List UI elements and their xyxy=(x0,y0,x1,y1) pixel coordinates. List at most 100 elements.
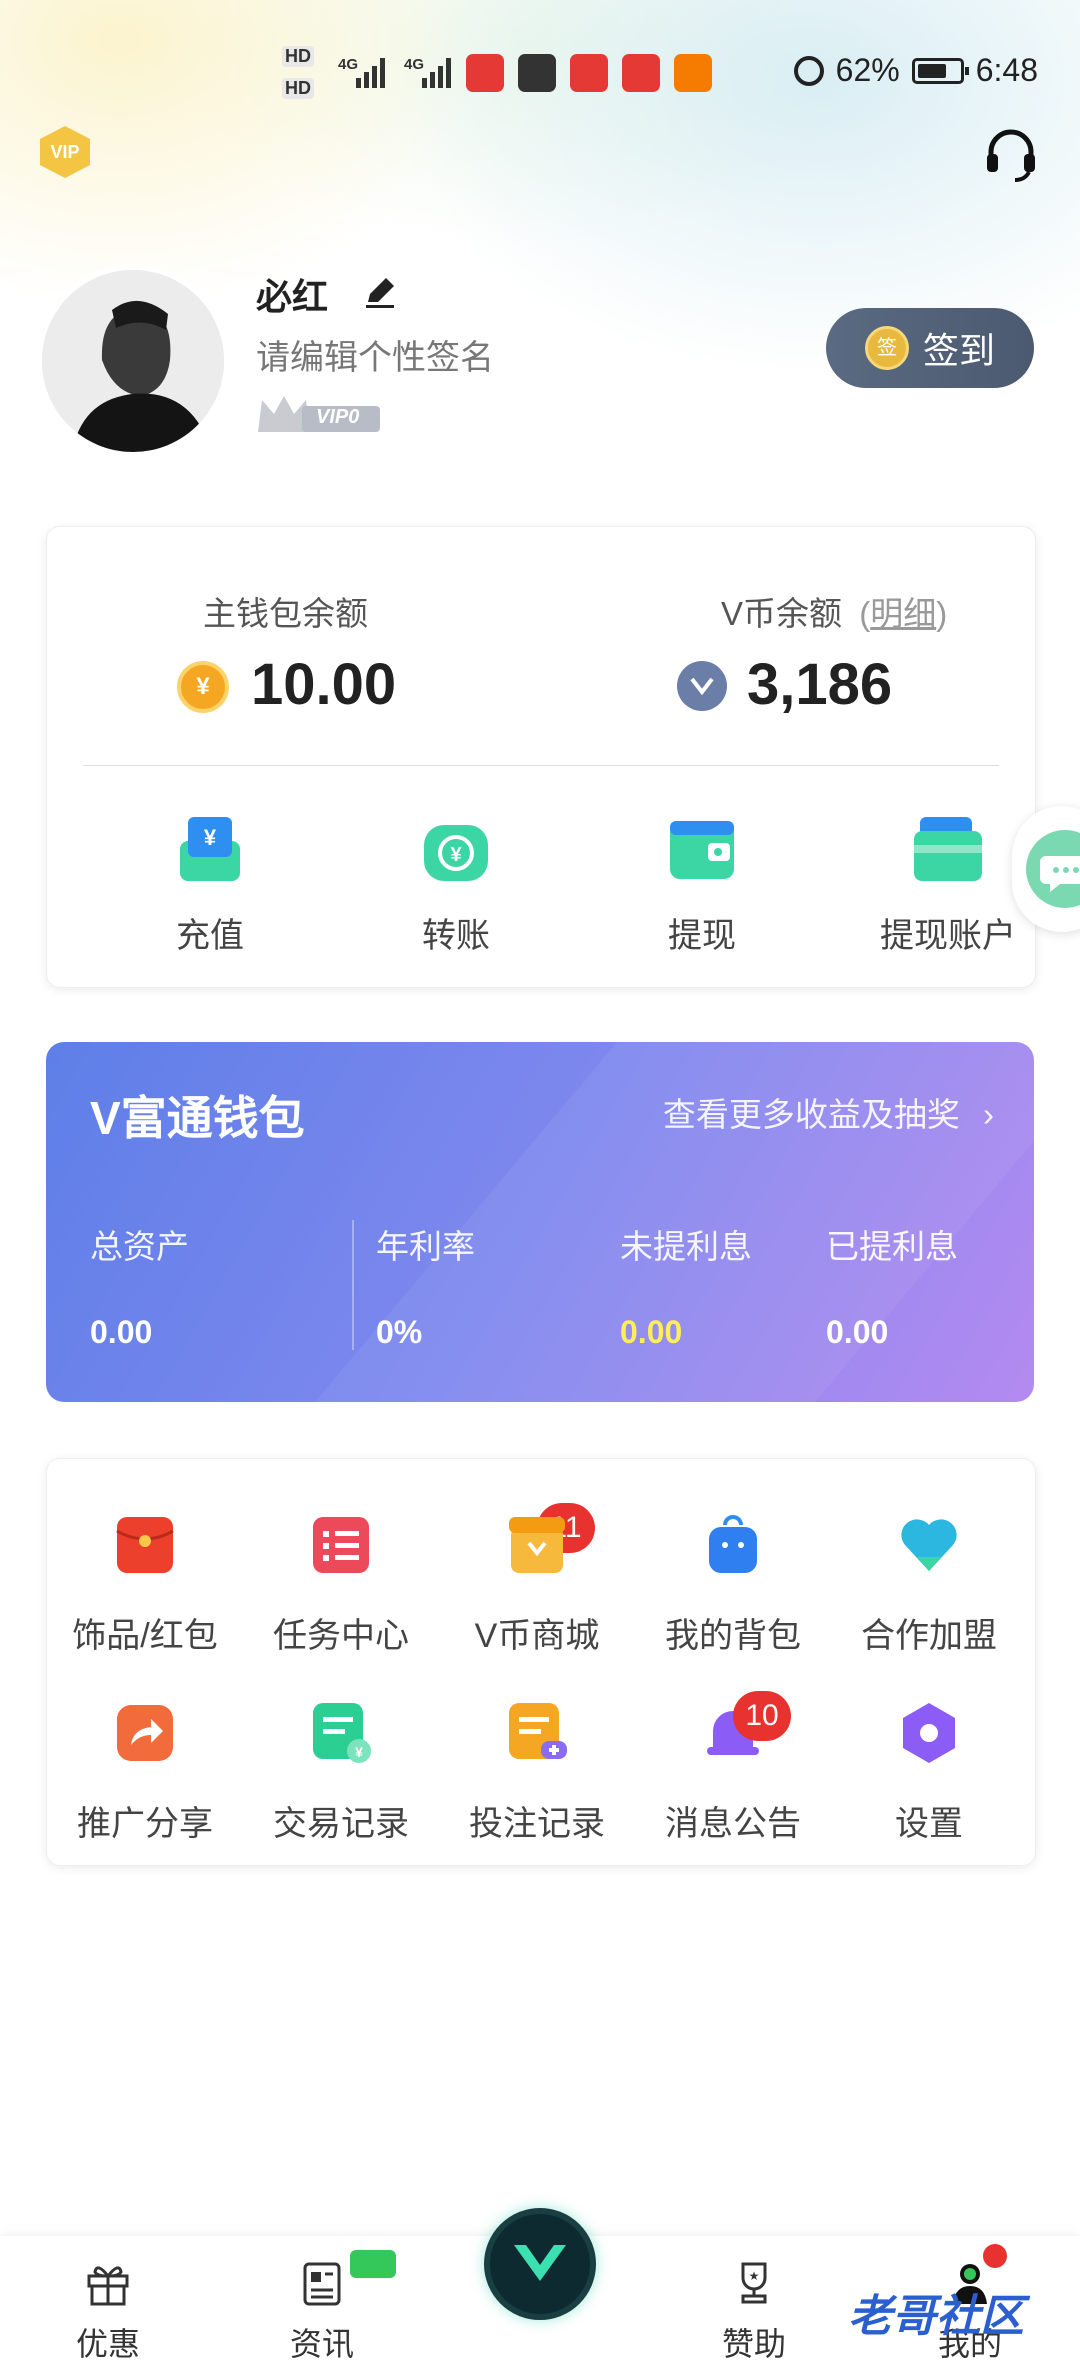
feature-notices[interactable]: 10 消息公告 xyxy=(635,1691,831,1845)
settings-icon xyxy=(903,1703,955,1763)
recharge-button[interactable]: ¥ 充值 xyxy=(125,811,295,957)
feature-settings-label: 设置 xyxy=(895,1805,963,1843)
chevron-right-icon: › xyxy=(983,1096,994,1133)
feature-transactions[interactable]: ¥ 交易记录 xyxy=(243,1701,439,1845)
wallet-icon xyxy=(670,821,734,879)
wallet-divider xyxy=(83,765,999,766)
recharge-label: 充值 xyxy=(176,917,244,955)
status-right: 62% 6:48 xyxy=(793,52,1038,89)
nav-offers-label: 优惠 xyxy=(75,2326,140,2362)
app3-icon xyxy=(570,54,608,92)
vcoin-label: V币余额 (明细) xyxy=(721,595,948,632)
nav-news-label: 资讯 xyxy=(289,2326,354,2362)
v-wallet-banner[interactable]: V富通钱包 查看更多收益及抽奖 › 总资产 0.00 年利率 0% 未提利息 0… xyxy=(46,1042,1034,1402)
vip-level-text: VIP0 xyxy=(316,406,360,428)
heart-icon xyxy=(901,1519,957,1571)
detail-link[interactable]: 明细 xyxy=(870,595,936,632)
feature-vcoin-shop[interactable]: V币商城 xyxy=(439,1513,635,1657)
battery-percent: 62% xyxy=(835,52,900,88)
gift-icon xyxy=(87,2266,129,2306)
app1-icon xyxy=(466,54,504,92)
vip-badge-label: VIP xyxy=(50,141,80,162)
shop-icon xyxy=(509,1517,565,1573)
user-name: 必红 xyxy=(256,276,329,317)
backpack-icon xyxy=(709,1515,757,1573)
main-wallet-value: 10.00 xyxy=(251,652,397,717)
feature-bet-records-label: 投注记录 xyxy=(469,1805,605,1843)
recharge-icon: ¥ xyxy=(180,817,240,881)
signin-coin-icon: 签 xyxy=(864,326,909,370)
feature-share[interactable]: 推广分享 xyxy=(47,1701,243,1845)
feature-task-center[interactable]: 11 任务中心 xyxy=(243,1503,595,1657)
task-icon xyxy=(313,1517,369,1573)
feature-share-label: 推广分享 xyxy=(77,1805,213,1843)
total-assets-label: 总资产 xyxy=(90,1228,189,1265)
signal1-icon xyxy=(356,58,385,88)
feature-partnership-label: 合作加盟 xyxy=(861,1617,997,1655)
yuan-coin-icon: ¥ xyxy=(177,661,229,713)
app4-icon xyxy=(622,54,660,92)
annual-rate-label: 年利率 xyxy=(376,1228,475,1265)
feature-transactions-label: 交易记录 xyxy=(273,1805,409,1843)
avatar-photo xyxy=(42,270,224,452)
transfer-icon: ¥ xyxy=(424,825,488,881)
net1-label: 4G xyxy=(338,56,359,73)
nav-sponsor-label: 赞助 xyxy=(721,2326,786,2362)
status-bar: HD HD 4G 4G 62% 6:48 xyxy=(0,40,1080,110)
battery-icon xyxy=(911,57,969,84)
annual-rate-value: 0% xyxy=(376,1314,423,1350)
svg-text:¥: ¥ xyxy=(204,825,217,850)
wallet-card: 主钱包余额 ¥ 10.00 V币余额 (明细) 3,186 ¥ 充值 ¥ 转账 xyxy=(46,526,1036,988)
claimed-interest-label: 已提利息 xyxy=(826,1228,958,1265)
features-card: 饰品/红包 11 任务中心 V币商城 我的背包 合作加盟 推广分享 ¥ 交易记录… xyxy=(46,1458,1036,1866)
v-wallet-title: V富通钱包 xyxy=(90,1092,305,1144)
vcoin-label-text: V币余额 xyxy=(721,595,843,632)
main-wallet-label: 主钱包余额 xyxy=(203,595,368,632)
svg-text:★: ★ xyxy=(749,2269,760,2283)
center-home-button[interactable] xyxy=(484,2208,596,2320)
news-icon xyxy=(303,2262,341,2306)
app5-icon xyxy=(674,54,712,92)
feature-partnership[interactable]: 合作加盟 xyxy=(831,1513,1027,1657)
feature-notices-label: 消息公告 xyxy=(665,1805,801,1843)
total-assets-value: 0.00 xyxy=(90,1314,153,1350)
feature-bet-records[interactable]: 投注记录 xyxy=(439,1701,635,1845)
withdraw-button[interactable]: 提现 xyxy=(617,811,787,957)
trophy-icon: ★ xyxy=(741,2262,767,2304)
feature-backpack[interactable]: 我的背包 xyxy=(635,1513,831,1657)
clock: 6:48 xyxy=(975,52,1038,88)
feature-vcoin-shop-label: V币商城 xyxy=(474,1617,600,1655)
svg-text:¥: ¥ xyxy=(450,844,462,866)
v-logo-icon xyxy=(514,2245,566,2281)
floating-chat-button[interactable] xyxy=(1012,806,1080,932)
customer-service-icon[interactable] xyxy=(981,124,1041,184)
feature-red-envelope[interactable]: 饰品/红包 xyxy=(47,1513,243,1657)
signin-label: 签到 xyxy=(922,330,995,371)
withdraw-label: 提现 xyxy=(668,917,736,955)
hd2-indicator: HD xyxy=(282,78,314,99)
feature-task-center-label: 任务中心 xyxy=(273,1617,409,1655)
hd1-indicator: HD xyxy=(282,46,314,67)
watermark: 老哥社区 xyxy=(848,2292,1024,2341)
signin-button[interactable]: 签 签到 xyxy=(826,308,1034,388)
v-wallet-more-link[interactable]: 查看更多收益及抽奖 › xyxy=(663,1088,994,1136)
withdraw-account-button[interactable]: 提现账户 xyxy=(863,811,1033,957)
nav-offers[interactable]: 优惠 xyxy=(48,2258,168,2365)
app2-icon xyxy=(518,54,556,92)
chat-bubble-icon xyxy=(1026,830,1080,908)
vcoin-value: 3,186 xyxy=(747,652,893,717)
transfer-button[interactable]: ¥ 转账 xyxy=(371,811,541,957)
feature-backpack-label: 我的背包 xyxy=(665,1617,801,1655)
nav-sponsor[interactable]: ★ 赞助 xyxy=(694,2258,814,2365)
claimed-interest-value: 0.00 xyxy=(826,1314,889,1350)
vip-level-badge: VIP0 xyxy=(256,392,382,436)
edit-icon[interactable] xyxy=(360,272,400,312)
v-wallet-more-text: 查看更多收益及抽奖 xyxy=(662,1096,960,1133)
me-notification-dot xyxy=(983,2244,1007,2268)
svg-text:¥: ¥ xyxy=(355,1744,363,1760)
avatar[interactable] xyxy=(36,264,230,458)
signature-text[interactable]: 请编辑个性签名 xyxy=(256,330,494,379)
feature-settings[interactable]: 设置 xyxy=(831,1701,1027,1845)
withdraw-account-label: 提现账户 xyxy=(880,917,1016,955)
news-live-badge-icon xyxy=(350,2250,396,2278)
